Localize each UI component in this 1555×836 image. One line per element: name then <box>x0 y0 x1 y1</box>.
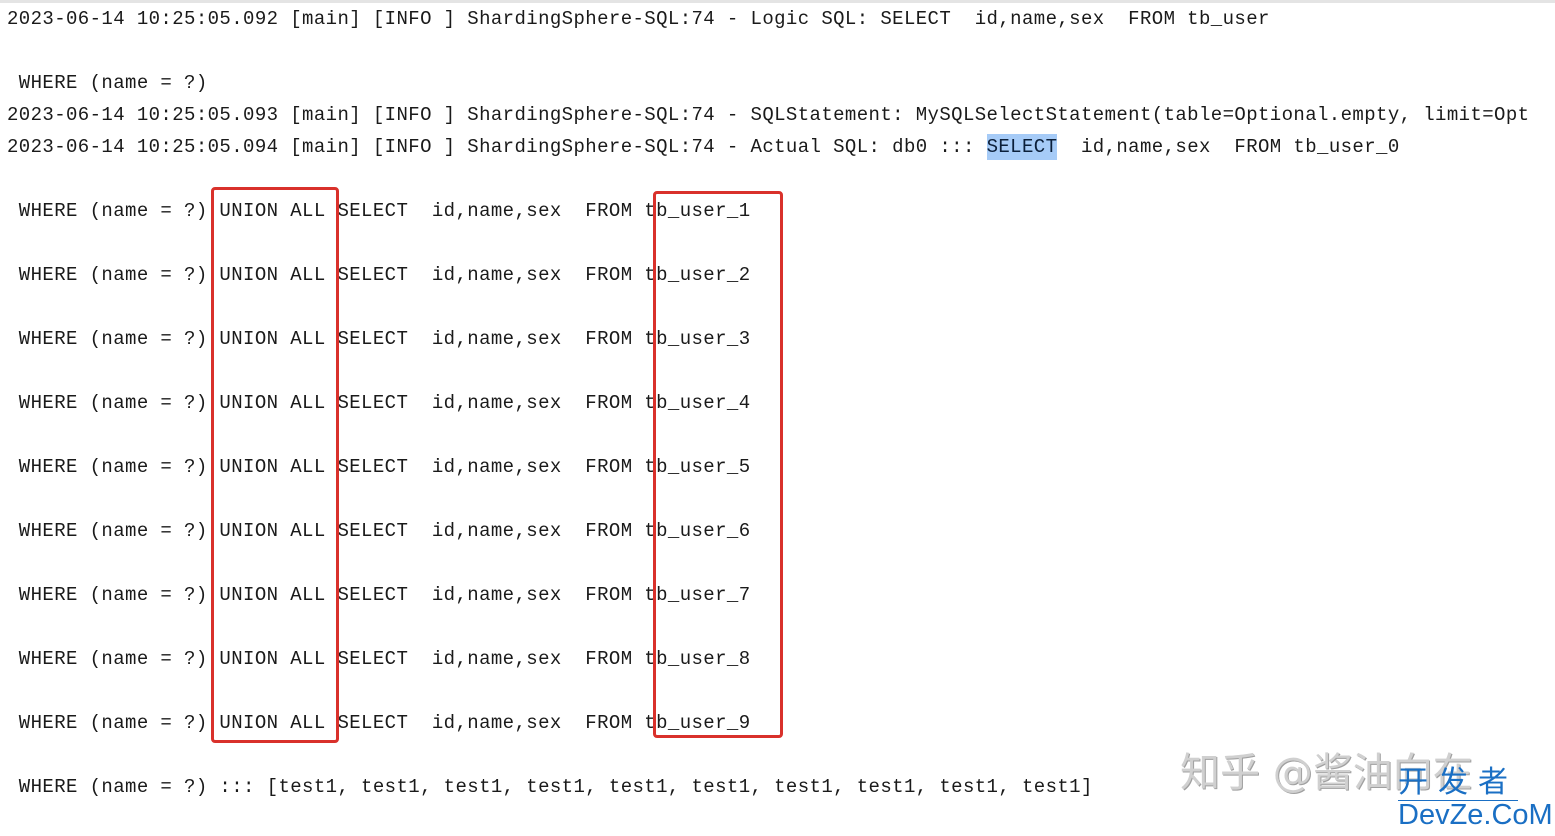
log-line-union-1: WHERE (name = ?) UNION ALL SELECT id,nam… <box>7 200 751 222</box>
log-line-actual-sql: 2023-06-14 10:25:05.094 [main] [INFO ] S… <box>7 134 1400 160</box>
log-line-sql-statement: 2023-06-14 10:25:05.093 [main] [INFO ] S… <box>7 104 1530 126</box>
devze-watermark-cn: 开发者 <box>1398 765 1518 801</box>
log-line-union-9: WHERE (name = ?) UNION ALL SELECT id,nam… <box>7 712 751 734</box>
log-line-union-3: WHERE (name = ?) UNION ALL SELECT id,nam… <box>7 328 751 350</box>
log-line-logic-sql: 2023-06-14 10:25:05.092 [main] [INFO ] S… <box>7 8 1270 30</box>
union-all-highlight-box <box>211 187 339 743</box>
log-line-union-7: WHERE (name = ?) UNION ALL SELECT id,nam… <box>7 584 751 606</box>
log-line-params: WHERE (name = ?) ::: [test1, test1, test… <box>7 776 1093 798</box>
log-line-where: WHERE (name = ?) <box>7 72 208 94</box>
selected-text-highlight[interactable]: SELECT <box>986 134 1058 160</box>
log-line-union-5: WHERE (name = ?) UNION ALL SELECT id,nam… <box>7 456 751 478</box>
log-line-union-2: WHERE (name = ?) UNION ALL SELECT id,nam… <box>7 264 751 286</box>
log-line-union-4: WHERE (name = ?) UNION ALL SELECT id,nam… <box>7 392 751 414</box>
actual-sql-prefix: 2023-06-14 10:25:05.094 [main] [INFO ] S… <box>7 136 987 158</box>
table-names-highlight-box <box>653 191 783 738</box>
log-line-union-8: WHERE (name = ?) UNION ALL SELECT id,nam… <box>7 648 751 670</box>
log-line-union-6: WHERE (name = ?) UNION ALL SELECT id,nam… <box>7 520 751 542</box>
devze-watermark-en: DevZe.CoM <box>1398 799 1553 831</box>
actual-sql-suffix: id,name,sex FROM tb_user_0 <box>1057 136 1400 158</box>
top-border <box>0 0 1555 3</box>
